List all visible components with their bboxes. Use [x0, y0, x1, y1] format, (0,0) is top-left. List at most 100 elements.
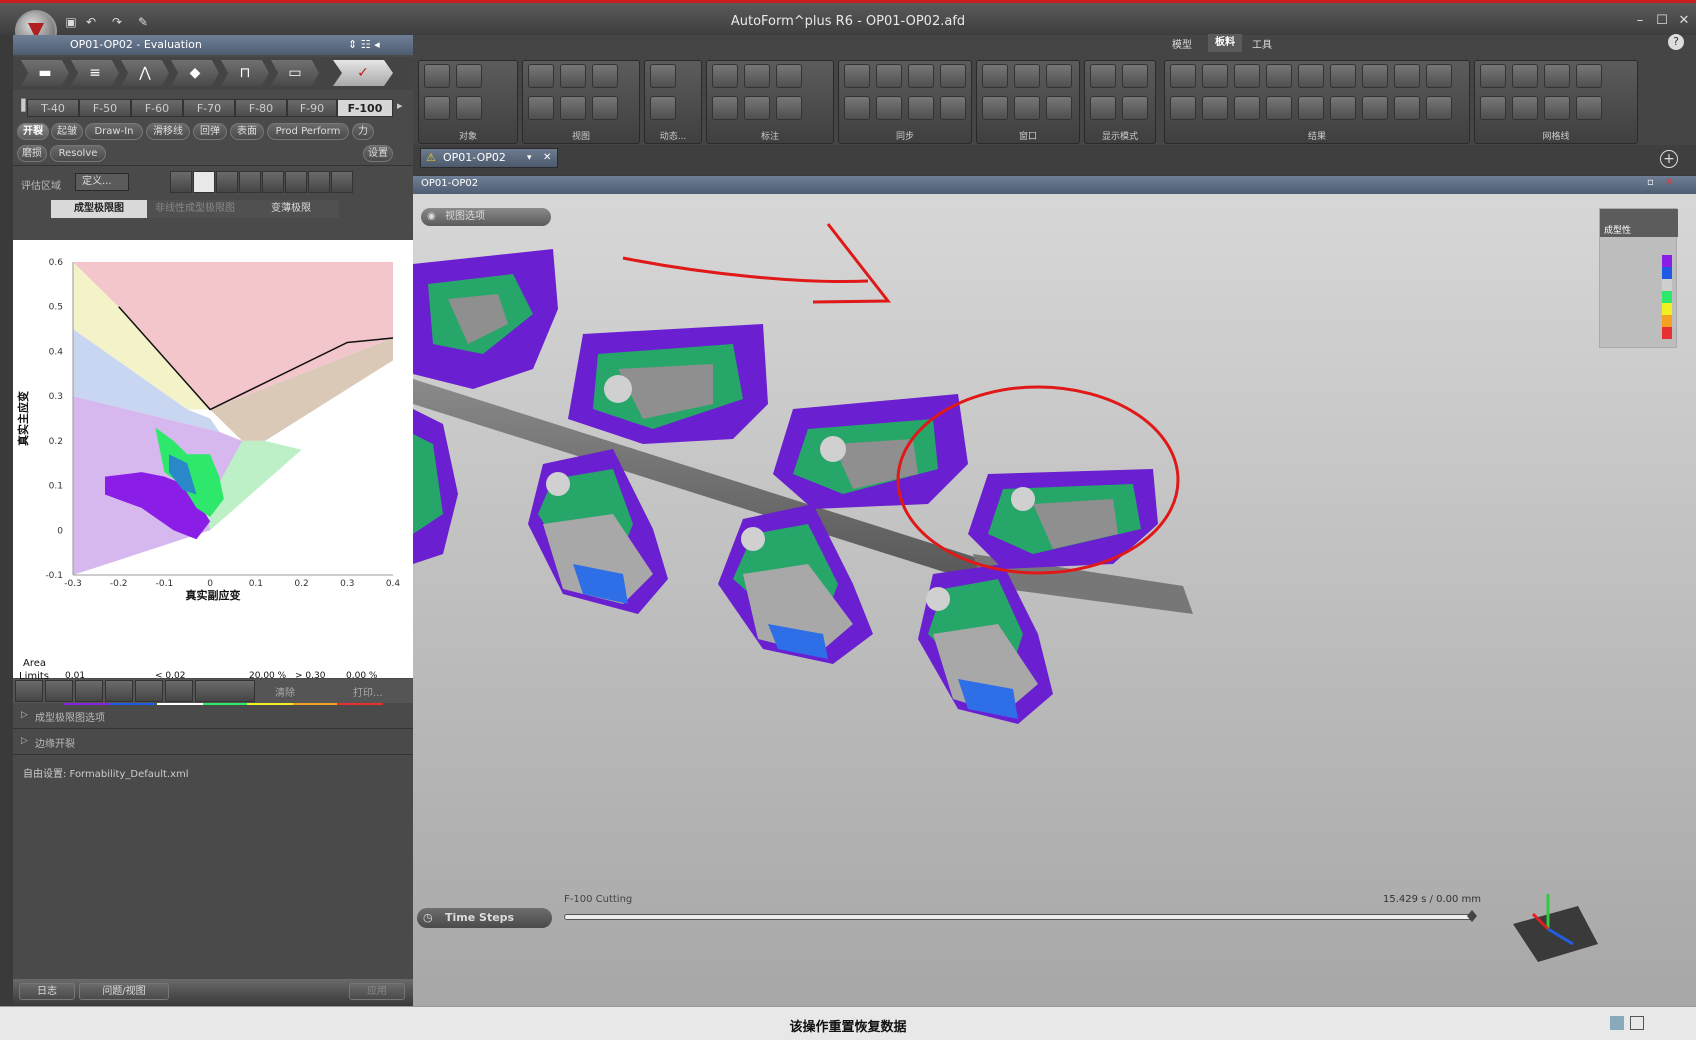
section-eval-icon[interactable]	[239, 171, 261, 193]
sheet-eval-icon[interactable]	[308, 171, 330, 193]
ribbon-tool-icon[interactable]	[940, 64, 966, 88]
formability-legend[interactable]: 成型性	[1599, 208, 1678, 348]
ribbon-tool-icon[interactable]	[844, 64, 870, 88]
ribbon-tool-icon[interactable]	[560, 64, 586, 88]
wear-button[interactable]: 磨损	[17, 145, 47, 162]
undo-icon[interactable]: ↶	[84, 15, 98, 29]
point-eval-icon[interactable]	[262, 171, 284, 193]
minimize-button[interactable]: –	[1632, 14, 1648, 28]
tab-f60[interactable]: F-60	[131, 99, 183, 117]
ribbon-tool-icon[interactable]	[1576, 64, 1602, 88]
tab-scroll-right-icon[interactable]: ▸	[397, 99, 403, 112]
ribbon-tool-icon[interactable]	[844, 96, 870, 120]
ribbon-tool-icon[interactable]	[456, 64, 482, 88]
ribbon-tool-icon[interactable]	[982, 96, 1008, 120]
ribbon-tool-icon[interactable]	[940, 96, 966, 120]
ribbon-tool-icon[interactable]	[456, 96, 482, 120]
ribbon-tool-icon[interactable]	[1234, 96, 1260, 120]
ribbon-tool-icon[interactable]	[1426, 64, 1452, 88]
maximize-button[interactable]: ☐	[1654, 14, 1670, 28]
force-button[interactable]: 力	[352, 123, 374, 140]
ribbon-tool-icon[interactable]	[1266, 96, 1292, 120]
menu-tab-tools[interactable]: 工具	[1252, 36, 1272, 51]
define-button[interactable]: 定义...	[75, 173, 129, 191]
ribbon-tool-icon[interactable]	[1090, 96, 1116, 120]
draw-in-button[interactable]: Draw-In	[85, 123, 143, 140]
pin-icon[interactable]: ⇕ ☷ ◂	[348, 38, 380, 51]
yellow-marker-icon[interactable]	[105, 680, 133, 702]
flag-eval-icon[interactable]	[331, 171, 353, 193]
ribbon-tool-icon[interactable]	[1394, 64, 1420, 88]
ribbon-tool-icon[interactable]	[876, 64, 902, 88]
tab-t40[interactable]: T-40	[27, 99, 79, 117]
ribbon-tool-icon[interactable]	[1046, 96, 1072, 120]
ribbon-tool-icon[interactable]	[592, 96, 618, 120]
save-icon[interactable]: ▣	[64, 15, 78, 29]
help-icon[interactable]: ?	[1668, 34, 1684, 50]
cursor-icon[interactable]	[15, 680, 43, 702]
ribbon-tool-icon[interactable]	[1202, 64, 1228, 88]
ribbon-tool-icon[interactable]	[650, 64, 676, 88]
view-options-button[interactable]: ◉ 视图选项	[421, 208, 551, 226]
ribbon-tool-icon[interactable]	[528, 96, 554, 120]
ribbon-tool-icon[interactable]	[650, 96, 676, 120]
nav-evaluation-icon[interactable]: ✓	[333, 60, 393, 86]
ribbon-tool-icon[interactable]	[1014, 96, 1040, 120]
nav-geometry-icon[interactable]: ▬	[21, 60, 69, 86]
ribbon-tool-icon[interactable]	[1090, 64, 1116, 88]
nav-control-icon[interactable]: ▭	[271, 60, 319, 86]
ribbon-tool-icon[interactable]	[1362, 96, 1388, 120]
issues-views-button[interactable]: 问题/视图	[79, 983, 169, 1000]
tab-thinning-limit[interactable]: 变薄极限	[243, 200, 339, 218]
tab-f90[interactable]: F-90	[287, 99, 337, 117]
ribbon-tool-icon[interactable]	[1202, 96, 1228, 120]
redo-icon[interactable]: ↷	[110, 15, 124, 29]
surface-button[interactable]: 表面	[230, 123, 264, 140]
ribbon-tool-icon[interactable]	[1298, 64, 1324, 88]
ribbon-tool-icon[interactable]	[1170, 96, 1196, 120]
springback-button[interactable]: 回弹	[193, 123, 227, 140]
ribbon-tool-icon[interactable]	[1234, 64, 1260, 88]
ribbon-tool-icon[interactable]	[1122, 96, 1148, 120]
ribbon-tool-icon[interactable]	[982, 64, 1008, 88]
ribbon-tool-icon[interactable]	[1046, 64, 1072, 88]
ribbon-tool-icon[interactable]	[712, 96, 738, 120]
forming-limit-diagram[interactable]: -0.3 -0.2 -0.1 0 0.1 0.2 0.3 0.4 -0.1 0 0.1 0.2 0.3 0…	[13, 240, 413, 640]
resolve-button[interactable]: Resolve	[50, 145, 106, 162]
red-marker-icon[interactable]	[75, 680, 103, 702]
ribbon-tool-icon[interactable]	[1362, 64, 1388, 88]
ribbon-tool-icon[interactable]	[424, 96, 450, 120]
slip-lines-button[interactable]: 滑移线	[146, 123, 190, 140]
surface-eval-icon[interactable]	[216, 171, 238, 193]
box-marker-icon[interactable]	[135, 680, 163, 702]
tab-f80[interactable]: F-80	[235, 99, 287, 117]
timeline-slider[interactable]	[564, 914, 1474, 920]
ribbon-tool-icon[interactable]	[1330, 96, 1356, 120]
ribbon-tool-icon[interactable]	[908, 64, 934, 88]
ribbon-tool-icon[interactable]	[744, 64, 770, 88]
clear-button[interactable]: 清除	[275, 684, 295, 699]
settings-button[interactable]: 设置	[363, 145, 393, 162]
layout-icon[interactable]	[1610, 1016, 1624, 1030]
expander-edge-cracking[interactable]: ▷ 边缘开裂	[13, 729, 413, 755]
envelope-eval-icon[interactable]	[193, 171, 215, 193]
tab-nonlinear-flc[interactable]: 非线性成型极限图	[147, 200, 243, 218]
chevron-down-icon[interactable]: ▾	[527, 149, 532, 167]
window-icon[interactable]	[1630, 1016, 1644, 1030]
ribbon-tool-icon[interactable]	[744, 96, 770, 120]
ribbon-tool-icon[interactable]	[776, 64, 802, 88]
ribbon-tool-icon[interactable]	[1544, 96, 1570, 120]
tab-scroll-left-icon[interactable]: ▐	[17, 99, 27, 117]
print-button[interactable]: 打印...	[353, 684, 383, 699]
ribbon-tool-icon[interactable]	[1426, 96, 1452, 120]
ribbon-tool-icon[interactable]	[908, 96, 934, 120]
tab-f100[interactable]: F-100	[337, 99, 393, 117]
curve-marker-icon[interactable]	[195, 680, 255, 702]
ribbon-tool-icon[interactable]	[1298, 96, 1324, 120]
box-eval-icon[interactable]	[170, 171, 192, 193]
curve-eval-icon[interactable]	[285, 171, 307, 193]
tab-flc[interactable]: 成型极限图	[51, 200, 147, 218]
ribbon-tool-icon[interactable]	[1544, 64, 1570, 88]
ribbon-tool-icon[interactable]	[1576, 96, 1602, 120]
close-button[interactable]: ✕	[1676, 14, 1692, 28]
